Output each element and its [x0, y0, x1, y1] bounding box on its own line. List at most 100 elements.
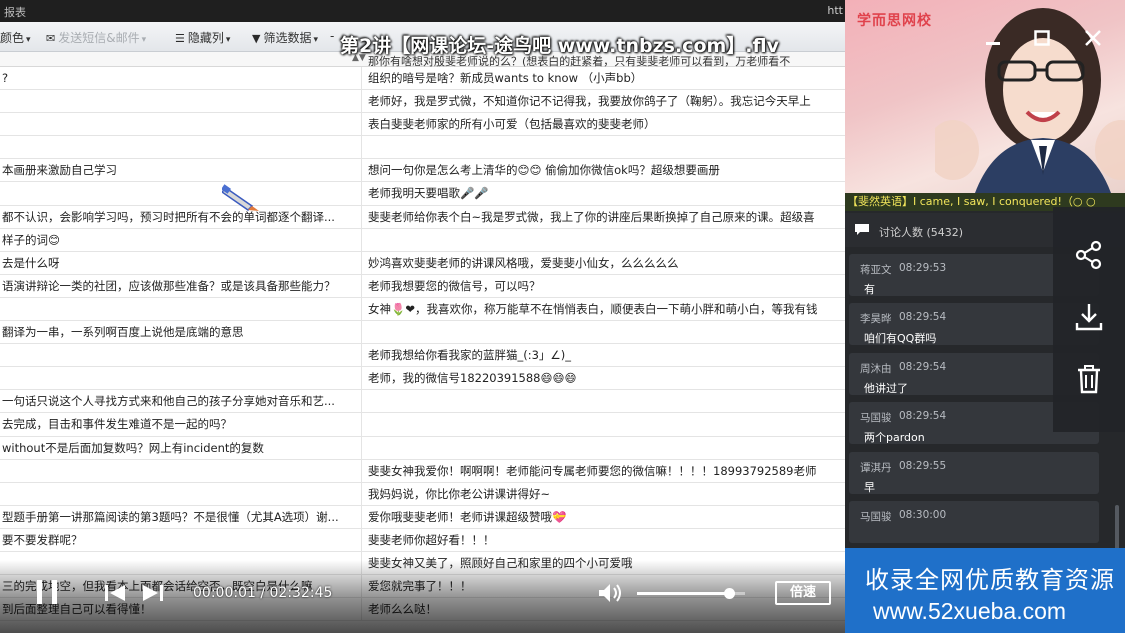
promo-banner[interactable]: 收录全网优质教育资源 www.52xueba.com — [845, 548, 1125, 633]
table-cell-message: 老师我想要您的微信号，可以吗？ — [368, 278, 541, 293]
table-row[interactable]: 语演讲辩论一类的社团，应该做那些准备？或是该具备那些能力？ 老师我想要您的微信号，… — [0, 274, 845, 298]
table-cell-question — [0, 459, 362, 482]
next-icon[interactable] — [142, 585, 164, 601]
chevron-down-icon: ▾ — [313, 35, 319, 45]
table-row[interactable]: 去完成，目击和事件发生难道不是一起的吗？ — [0, 413, 845, 437]
table-row[interactable] — [0, 136, 845, 160]
table-row[interactable]: 斐斐女神我爱你！啊啊啊！老师能问专属老师要您的微信嘛！！！！1899379258… — [0, 459, 845, 483]
report-title: 报表 — [4, 6, 26, 19]
table-cell-question — [0, 297, 362, 321]
close-icon[interactable] — [1085, 30, 1101, 46]
table-cell-message — [364, 390, 845, 412]
table-cell-message: 老师我想给你看我家的蓝胖猫_(:3」∠)_ — [368, 348, 571, 363]
hide-columns-label: 隐藏列 — [187, 31, 224, 45]
chat-timestamp: 08:29:55 — [899, 459, 947, 472]
player-controls: 00:00:01 / 02:32:45 倍速 — [0, 560, 845, 633]
chevron-down-icon: ▾ — [26, 35, 31, 45]
chat-timestamp: 08:29:54 — [899, 360, 947, 373]
pause-icon[interactable] — [34, 578, 60, 606]
table-cell-message: 爱你哦斐斐老师！老师讲课超级赞哦💝 — [368, 509, 567, 524]
chat-sender-name: 谭淇丹 — [860, 461, 892, 474]
promo-url: www.52xueba.com — [873, 598, 1067, 624]
table-cell-message: 组织的暗号是啥？新成员wants to know （小声bb） — [368, 71, 643, 85]
table-cell-question: without不是后面加复数吗？网上有incident的复数 — [0, 436, 362, 459]
side-action-panel — [1053, 207, 1125, 432]
table-cell-question: 样子的词😊 — [0, 228, 362, 251]
hide-columns-menu[interactable]: ☰ 隐藏列 ▾ — [175, 29, 230, 46]
chat-message: 谭淇丹 08:29:55 早 — [849, 448, 1105, 497]
table-row[interactable]: 女神🌷❤，我喜欢你，称万能草不在悄悄表白，顺便表白一下萌小胖和萌小白，等我有钱 — [0, 297, 845, 322]
chat-message-card: 马国骏 08:30:00 — [849, 500, 1099, 543]
chat-message: 马国骏 08:30:00 — [849, 497, 1105, 546]
chevron-down-icon: ▾ — [141, 35, 147, 45]
filter-icon: ▼ — [252, 32, 261, 45]
table-cell-message: 妙鸿喜欢斐斐老师的讲课风格哦，爱斐斐小仙女，么么么么么 — [368, 255, 679, 270]
download-icon[interactable] — [1073, 301, 1105, 333]
participant-count: 讨论人数 (5432) — [879, 224, 963, 240]
table-row[interactable]: 老师好，我是罗式微，不知道你记不记得我，我要放你鸽子了（鞠躬）。我忘记今天早上 — [0, 90, 845, 114]
chat-text: 早 — [864, 480, 875, 494]
chat-timestamp: 08:29:53 — [899, 262, 947, 274]
table-row[interactable]: 去是什么呀 妙鸿喜欢斐斐老师的讲课风格哦，爱斐斐小仙女，么么么么么 — [0, 251, 845, 275]
teacher-video — [935, 8, 1125, 193]
playback-time: 00:00:01 / 02:32:45 — [193, 585, 332, 601]
chat-timestamp: 08:29:54 — [899, 410, 947, 423]
minimize-icon[interactable] — [985, 30, 1001, 46]
report-table: ? 组织的暗号是啥？新成员wants to know （小声bb） 老师好，我是罗式… — [0, 67, 845, 622]
table-row[interactable]: 要不要发群呢？ 斐斐老师你超好看！！！ — [0, 528, 845, 552]
table-cell-question — [0, 182, 362, 205]
participant-count-value: (5432) — [926, 226, 964, 239]
table-cell-message: 老师我明天要唱歌🎤🎤 — [368, 186, 489, 201]
report-titlebar: 报表 htt — [0, 0, 845, 22]
table-cell-question — [0, 482, 362, 505]
table-row[interactable]: ? 组织的暗号是啥？新成员wants to know （小声bb） — [0, 67, 845, 91]
table-row[interactable]: 型题手册第一讲那篇阅读的第3题吗？不是很懂（尤其A选项）谢... 爱你哦斐斐老师！… — [0, 505, 845, 529]
table-cell-question: 一句话只说这个人寻找方式来和他自己的孩子分享她对音乐和艺... — [0, 390, 362, 413]
maximize-icon[interactable] — [1034, 30, 1050, 46]
volume-fill — [637, 592, 729, 595]
table-cell-message — [364, 413, 845, 435]
table-cell-question — [0, 90, 362, 113]
table-row[interactable]: without不是后面加复数吗？网上有incident的复数 — [0, 436, 845, 460]
table-cell-message: 我妈妈说，你比你老公讲课讲得好~ — [368, 486, 551, 501]
table-row[interactable]: 本画册来激励自己学习 想问一句你是怎么考上清华的😊😊 偷偷加你微信ok吗？超级想要… — [0, 159, 845, 183]
volume-knob[interactable] — [723, 588, 735, 599]
filter-data-label: 筛选数据 — [263, 31, 312, 45]
table-row[interactable]: 一句话只说这个人寻找方式来和他自己的孩子分享她对音乐和艺... — [0, 390, 845, 414]
table-row[interactable]: 表白斐斐老师家的所有小可爱（包括最喜欢的斐斐老师） — [0, 113, 845, 137]
table-cell-question: 型题手册第一讲那篇阅读的第3题吗？不是很懂（尤其A选项）谢... — [0, 505, 362, 528]
table-row[interactable]: 老师，我的微信号18220391588😄😄😄 — [0, 367, 845, 391]
chat-timestamp: 08:29:54 — [899, 311, 947, 324]
table-cell-message: 老师好，我是罗式微，不知道你记不记得我，我要放你鸽子了（鞠躬）。我忘记今天早上 — [368, 94, 811, 109]
color-menu[interactable]: 颜色 ▾ — [0, 29, 31, 46]
table-cell-message — [364, 229, 845, 251]
pencil-cursor-icon — [222, 184, 259, 211]
table-row[interactable]: 翻译为一串，一系列啊百度上说他是底端的意思 — [0, 321, 845, 345]
table-row[interactable]: 都不认识，会影响学习吗，预习时把所有不会的单词都逐个翻译... 斐斐老师给你表个白… — [0, 205, 845, 229]
volume-slider[interactable] — [637, 588, 745, 599]
chat-sender-name: 马国骏 — [860, 412, 892, 425]
playback-speed-button[interactable]: 倍速 — [775, 581, 831, 605]
table-row[interactable]: 老师我想给你看我家的蓝胖猫_(:3」∠)_ — [0, 344, 845, 368]
previous-icon[interactable] — [104, 585, 126, 601]
send-sms-email-button[interactable]: ✉ 发送短信&邮件 ▾ — [46, 29, 146, 46]
table-cell-message: 老师，我的微信号18220391588😄😄😄 — [368, 371, 577, 386]
table-row[interactable]: 老师我明天要唱歌🎤🎤 — [0, 182, 845, 206]
send-sms-email-label: 发送短信&邮件 — [58, 31, 140, 45]
time-separator: / — [255, 585, 270, 601]
table-cell-message — [364, 437, 845, 459]
volume-icon[interactable] — [598, 583, 624, 603]
current-time: 00:00:01 — [193, 585, 256, 601]
share-icon[interactable] — [1073, 239, 1105, 271]
trash-icon[interactable] — [1073, 363, 1105, 395]
filter-data-menu[interactable]: ▼ 筛选数据 ▾ — [252, 29, 318, 46]
table-cell-question: 去完成，目击和事件发生难道不是一起的吗？ — [0, 413, 362, 436]
toolbar-extra-item[interactable]: - — [330, 29, 334, 43]
table-cell-question: 语演讲辩论一类的社团，应该做那些准备？或是该具备那些能力？ — [0, 274, 362, 297]
table-row[interactable]: 样子的词😊 — [0, 228, 845, 252]
table-row[interactable]: 我妈妈说，你比你老公讲课讲得好~ — [0, 482, 845, 506]
chat-text: 两个pardon — [864, 431, 925, 445]
table-cell-question: 本画册来激励自己学习 — [0, 159, 362, 182]
chat-text: 有 — [864, 283, 875, 296]
brand-logo-text: 学而思网校 — [857, 13, 932, 29]
